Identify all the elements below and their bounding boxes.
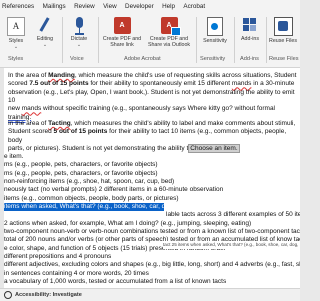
- create-pdf-outlook-label: Create PDF and Share via Outlook: [147, 36, 191, 48]
- group-label-voice: Voice: [70, 56, 84, 62]
- pdf-icon: A: [113, 17, 131, 34]
- text: new: [8, 105, 22, 113]
- list-item[interactable]: e item.: [4, 153, 300, 161]
- sensitivity-button[interactable]: Sensitivity: [199, 17, 231, 44]
- text: In the area of: [8, 120, 49, 127]
- addins-button[interactable]: Add-ins: [237, 17, 263, 42]
- grid-icon: [242, 17, 258, 34]
- ribbon-separator: [196, 17, 197, 63]
- text: for their ability to spontaneously emit …: [88, 80, 232, 88]
- create-pdf-outlook-button[interactable]: A Create PDF and Share via Outlook: [146, 17, 192, 48]
- list-item-selected[interactable]: items when asked, What's that? (e.g., bo…: [4, 203, 164, 212]
- editing-button[interactable]: Editing ⌄: [32, 17, 58, 48]
- sensitivity-label: Sensitivity: [203, 38, 227, 44]
- text: Student scored: [8, 128, 54, 136]
- status-bar: Accessibility: Investigate: [0, 288, 300, 301]
- ribbon-separator: [234, 17, 235, 63]
- chevron-down-icon: ⌄: [76, 42, 82, 48]
- text: In the area of: [8, 72, 49, 79]
- list-item[interactable]: neously tact (no verbal prompts) 2 diffe…: [4, 186, 300, 194]
- create-pdf-share-link-button[interactable]: A Create PDF and Share link: [101, 17, 143, 48]
- term-mands: mands: [21, 105, 42, 113]
- reuse-files-button[interactable]: Reuse Files: [268, 17, 298, 44]
- list-item[interactable]: two-component noun-verb or verb-noun com…: [4, 228, 300, 236]
- list-item[interactable]: different adjectives, excluding colors a…: [4, 261, 300, 269]
- create-pdf-label: Create PDF and Share link: [102, 36, 142, 48]
- hover-tooltip: tact 25 items when asked, What's that? (…: [163, 241, 300, 250]
- paragraph-tacting[interactable]: In the area of Tacting, which measures t…: [8, 120, 298, 154]
- pencil-icon: [37, 17, 53, 34]
- dropdown-options-list: e item. ms (e.g., people, pets, characte…: [4, 153, 300, 287]
- menu-review[interactable]: Review: [70, 3, 99, 10]
- menu-acrobat[interactable]: Acrobat: [179, 3, 209, 10]
- menu-references[interactable]: References: [0, 3, 38, 10]
- term-tacting: Tacting: [48, 120, 71, 127]
- ribbon-separator: [266, 17, 267, 63]
- text: , which measures the child's ability to …: [70, 120, 296, 127]
- score-tacting: 5 out of 15 points: [53, 128, 108, 136]
- content-control-dropdown[interactable]: Choose an item.: [188, 144, 240, 154]
- ribbon: A Styles ⌄ Editing ⌄ Dictate ⌄ A Create …: [0, 13, 300, 68]
- text: , which measure the child's use of reque…: [74, 72, 297, 79]
- sensitivity-icon: [207, 17, 223, 36]
- list-item[interactable]: non-reinforcing items (e.g., shoe, hat, …: [4, 178, 300, 186]
- score-manding: 7.5 out of 15 points: [29, 80, 89, 88]
- list-item[interactable]: in sentences containing 4 or more words,…: [4, 270, 300, 278]
- ribbon-separator: [98, 17, 99, 63]
- text: scored: [8, 80, 30, 88]
- ribbon-separator: [62, 17, 63, 63]
- menu-view[interactable]: View: [99, 3, 121, 10]
- text: in a 30-minute: [251, 80, 295, 88]
- list-item[interactable]: lable tacts across 3 different examples …: [4, 211, 300, 219]
- microphone-icon: [72, 17, 87, 35]
- reuse-files-icon: [273, 17, 293, 36]
- group-label-styles: Styles: [8, 56, 24, 62]
- menu-bar: References Mailings Review View Develope…: [0, 0, 300, 13]
- document-page[interactable]: In the area of Manding, which measure th…: [4, 68, 300, 288]
- text: observation (e.g., Let's play, Open, I w…: [8, 88, 295, 105]
- list-item[interactable]: a vocabulary of 1,000 words, tested or a…: [4, 278, 300, 286]
- styles-button[interactable]: A Styles ⌄: [3, 17, 29, 50]
- addins-label: Add-ins: [241, 36, 259, 42]
- accessibility-icon: [4, 291, 12, 299]
- paragraph-manding[interactable]: In the area of Manding, which measure th…: [8, 72, 298, 122]
- chevron-down-icon: ⌄: [42, 42, 48, 48]
- list-item[interactable]: different prepositions and 4 pronouns: [4, 253, 300, 261]
- text: parts, or pictures). Student is not yet …: [8, 145, 189, 153]
- group-label-addins: Add-ins: [240, 56, 259, 62]
- list-item[interactable]: 2 actions when asked, for example, What …: [4, 220, 300, 228]
- list-item[interactable]: ms (e.g., people, pets, characters, or f…: [4, 161, 300, 169]
- group-label-adobe-acrobat: Adobe Acrobat: [124, 56, 161, 62]
- group-label-reuse-files: Reuse Files: [269, 56, 299, 62]
- term-mands: mands: [231, 80, 252, 88]
- styles-gallery-icon: A: [7, 17, 25, 36]
- group-label-sensitivity: Sensitivity: [200, 56, 226, 62]
- list-item[interactable]: ms (e.g., people, pets, characters, or f…: [4, 170, 300, 178]
- chevron-down-icon: ⌄: [13, 44, 19, 50]
- dictate-button[interactable]: Dictate ⌄: [66, 17, 92, 48]
- menu-help[interactable]: Help: [158, 3, 179, 10]
- term-manding: Manding: [48, 72, 75, 79]
- list-item[interactable]: items (e.g., common objects, people, bod…: [4, 195, 300, 203]
- pdf-outlook-icon: A: [160, 17, 181, 36]
- accessibility-status[interactable]: Accessibility: Investigate: [15, 292, 82, 298]
- menu-mailings[interactable]: Mailings: [38, 3, 69, 10]
- menu-developer[interactable]: Developer: [121, 3, 158, 10]
- reuse-files-label: Reuse Files: [269, 38, 297, 44]
- document-area: In the area of Manding, which measure th…: [0, 68, 300, 288]
- text: without specific training (e.g., spontan…: [41, 105, 275, 113]
